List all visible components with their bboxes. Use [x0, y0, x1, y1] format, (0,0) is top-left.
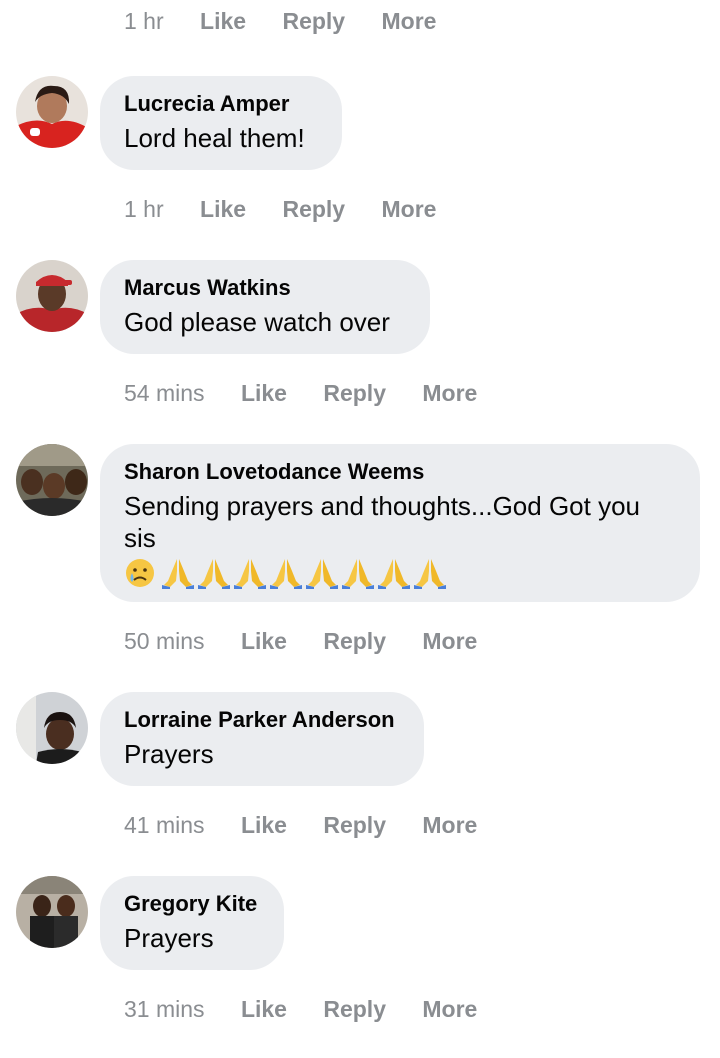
reply-button[interactable]: Reply	[282, 196, 345, 222]
comment-actions: 1 hr Like Reply More	[124, 196, 466, 223]
timestamp: 41 mins	[124, 812, 205, 838]
comment-text: Prayers	[124, 739, 214, 769]
like-button[interactable]: Like	[241, 628, 287, 654]
comment-author[interactable]: Marcus Watkins	[124, 274, 406, 302]
folded-hands-icon	[232, 557, 268, 589]
avatar[interactable]	[16, 876, 88, 948]
comment-bubble: Marcus Watkins God please watch over	[100, 260, 430, 354]
comment-bubble: Gregory Kite Prayers	[100, 876, 284, 970]
reply-button[interactable]: Reply	[323, 380, 386, 406]
reply-button[interactable]: Reply	[282, 8, 345, 34]
more-button[interactable]: More	[422, 380, 477, 406]
folded-hands-icon	[412, 557, 448, 589]
crying-face-icon	[124, 557, 160, 589]
folded-hands-icon	[268, 557, 304, 589]
comment-author[interactable]: Lorraine Parker Anderson	[124, 706, 400, 734]
like-button[interactable]: Like	[200, 196, 246, 222]
timestamp: 1 hr	[124, 196, 164, 222]
comment-bubble: Lucrecia Amper Lord heal them!	[100, 76, 342, 170]
comment-actions: 41 mins Like Reply More	[124, 812, 507, 839]
comment-actions: 54 mins Like Reply More	[124, 380, 507, 407]
like-button[interactable]: Like	[200, 8, 246, 34]
like-button[interactable]: Like	[241, 812, 287, 838]
folded-hands-icon	[376, 557, 412, 589]
timestamp: 54 mins	[124, 380, 205, 406]
like-button[interactable]: Like	[241, 380, 287, 406]
reply-button[interactable]: Reply	[323, 812, 386, 838]
comment-author[interactable]: Sharon Lovetodance Weems	[124, 458, 676, 486]
more-button[interactable]: More	[422, 628, 477, 654]
more-button[interactable]: More	[422, 812, 477, 838]
timestamp: 1 hr	[124, 8, 164, 34]
comment-actions: 31 mins Like Reply More	[124, 996, 507, 1023]
folded-hands-icon	[340, 557, 376, 589]
comment-text: Prayers	[124, 923, 214, 953]
timestamp: 31 mins	[124, 996, 205, 1022]
previous-comment-emoji-fragment	[330, 0, 660, 2]
avatar[interactable]	[16, 444, 88, 516]
reply-button[interactable]: Reply	[323, 996, 386, 1022]
avatar[interactable]	[16, 692, 88, 764]
comment-text: Lord heal them!	[124, 123, 305, 153]
avatar[interactable]	[16, 76, 88, 148]
comment-author[interactable]: Gregory Kite	[124, 890, 260, 918]
comment-actions: 50 mins Like Reply More	[124, 628, 507, 655]
comment-text: God please watch over	[124, 307, 390, 337]
previous-comment-actions: 1 hr Like Reply More	[124, 8, 466, 35]
reply-button[interactable]: Reply	[323, 628, 386, 654]
comment-bubble: Lorraine Parker Anderson Prayers	[100, 692, 424, 786]
folded-hands-icon	[304, 557, 340, 589]
folded-hands-icon	[196, 557, 232, 589]
timestamp: 50 mins	[124, 628, 205, 654]
folded-hands-icon	[160, 557, 196, 589]
more-button[interactable]: More	[381, 8, 436, 34]
more-button[interactable]: More	[422, 996, 477, 1022]
like-button[interactable]: Like	[241, 996, 287, 1022]
emoji-row	[124, 556, 676, 590]
comment-bubble: Sharon Lovetodance Weems Sending prayers…	[100, 444, 700, 602]
comment-author[interactable]: Lucrecia Amper	[124, 90, 318, 118]
comment-text: Sending prayers and thoughts...God Got y…	[124, 491, 641, 553]
avatar[interactable]	[16, 260, 88, 332]
more-button[interactable]: More	[381, 196, 436, 222]
